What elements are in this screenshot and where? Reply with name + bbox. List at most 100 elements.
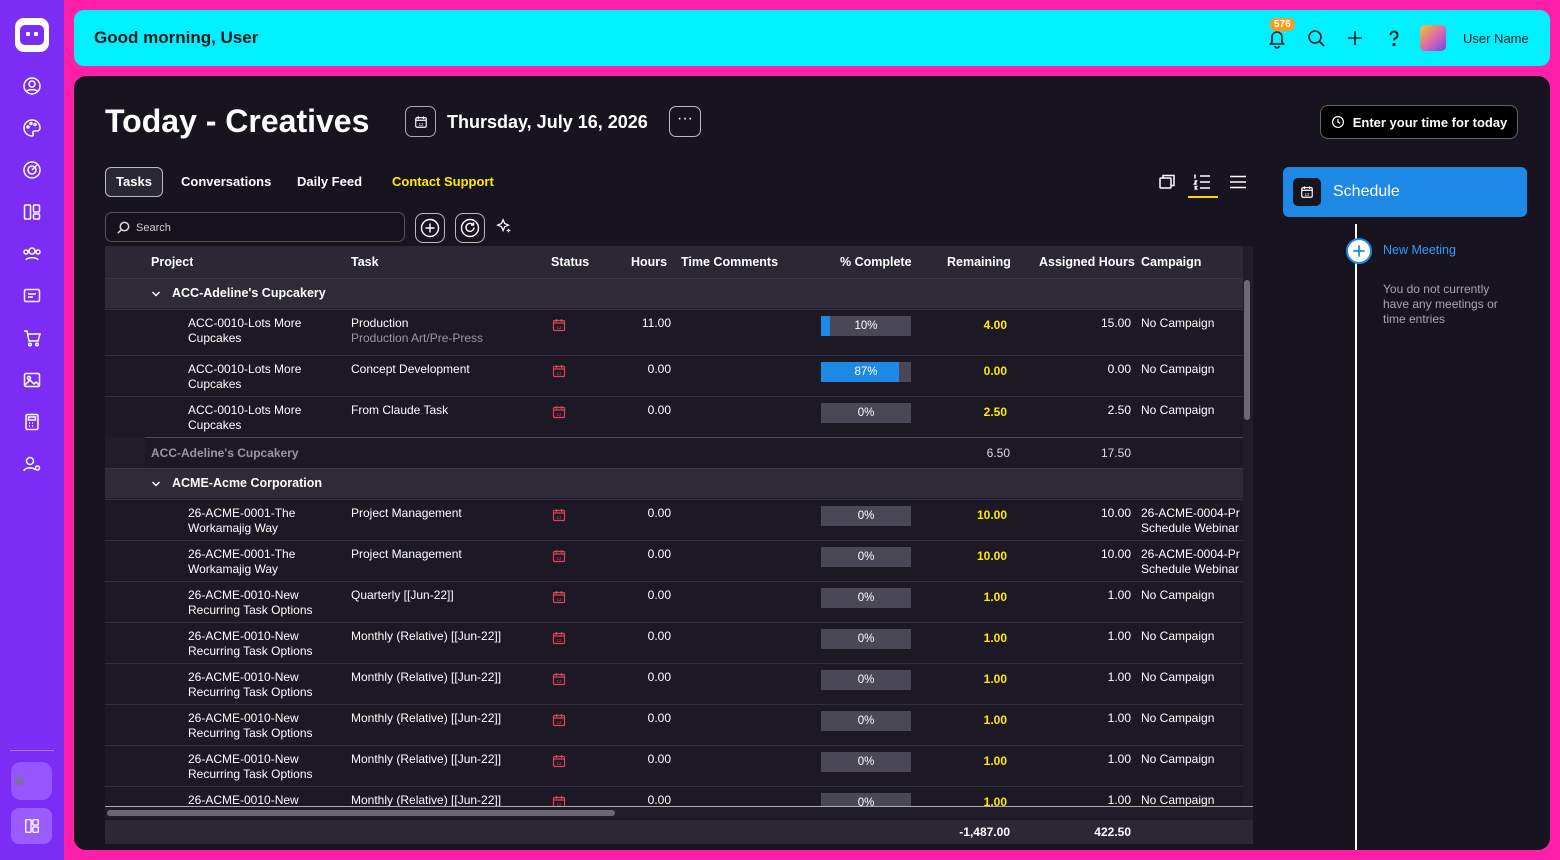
percent-complete-bar[interactable]: 0% (821, 711, 911, 731)
task-cell[interactable]: From Claude Task (351, 403, 448, 418)
table-row[interactable]: 26-ACME-0010-New Recurring Task Options Mo… (105, 622, 1243, 663)
hours-cell[interactable]: 11.00 (605, 316, 671, 330)
apps-grid-icon[interactable] (11, 808, 52, 844)
project-cell[interactable]: 26-ACME-0010-New Recurring Task Options (188, 629, 313, 659)
project-cell[interactable]: 26-ACME-0001-The Workamajig Way (188, 506, 295, 536)
campaign-cell[interactable]: 26-ACME-0004-Pr Schedule Webinar (1141, 547, 1243, 577)
table-row[interactable]: ACC-0010-Lots More Cupcakes From Claude Ta… (105, 396, 1243, 437)
task-cell[interactable]: Monthly (Relative) [[Jun-22]] (351, 670, 501, 685)
campaign-cell[interactable]: No Campaign (1141, 670, 1243, 685)
team-icon[interactable] (22, 244, 42, 264)
schedule-button[interactable]: 12 Schedule (1283, 167, 1527, 217)
group-row[interactable]: ACC-Adeline's Cupcakery (105, 278, 1243, 308)
calculator-icon[interactable] (22, 412, 42, 432)
task-cell[interactable]: Project Management (351, 506, 462, 521)
chevron-down-icon[interactable] (151, 478, 161, 492)
hours-cell[interactable]: 0.00 (605, 670, 671, 684)
add-task-button[interactable] (415, 213, 445, 243)
task-cell[interactable]: Monthly (Relative) [[Jun-22]] (351, 629, 501, 644)
tab-contact-support[interactable]: Contact Support (392, 174, 494, 189)
user-name[interactable]: User Name (1463, 31, 1529, 46)
hours-cell[interactable]: 0.00 (605, 588, 671, 602)
status-calendar-icon[interactable]: 12 (552, 318, 566, 332)
hours-cell[interactable]: 0.00 (605, 506, 671, 520)
task-cell[interactable]: Quarterly [[Jun-22]] (351, 588, 454, 603)
card-view-icon[interactable] (1157, 172, 1179, 194)
table-row[interactable]: 26-ACME-0010-New Recurring Task Options Mo… (105, 663, 1243, 704)
profile-icon[interactable] (22, 76, 42, 96)
group-row[interactable]: ACME-Acme Corporation (105, 468, 1243, 498)
new-meeting-link[interactable]: New Meeting (1383, 243, 1456, 257)
col-project[interactable]: Project (151, 255, 193, 269)
status-calendar-icon[interactable]: 12 (552, 590, 566, 604)
help-icon[interactable] (1383, 27, 1405, 49)
date-picker-button[interactable]: 12 (405, 106, 436, 137)
col-status[interactable]: Status (551, 255, 589, 269)
favorite-sparkle-icon[interactable] (495, 217, 513, 240)
task-cell[interactable]: Project Management (351, 547, 462, 562)
percent-complete-bar[interactable]: 0% (821, 588, 911, 608)
project-cell[interactable]: 26-ACME-0010-New Recurring Task Options (188, 588, 313, 618)
image-icon[interactable] (22, 370, 42, 390)
plus-icon[interactable] (1344, 27, 1366, 49)
percent-complete-bar[interactable]: 0% (821, 547, 911, 567)
percent-complete-bar[interactable]: 10% (821, 316, 911, 336)
campaign-cell[interactable]: No Campaign (1141, 588, 1243, 603)
hours-cell[interactable]: 0.00 (605, 403, 671, 417)
percent-complete-bar[interactable]: 0% (821, 629, 911, 649)
table-row[interactable]: ACC-0010-Lots More Cupcakes Production Prod… (105, 309, 1243, 355)
campaign-cell[interactable]: No Campaign (1141, 752, 1243, 767)
col-campaign[interactable]: Campaign (1141, 255, 1201, 269)
hours-cell[interactable]: 0.00 (605, 793, 671, 807)
hours-cell[interactable]: 0.00 (605, 752, 671, 766)
table-row[interactable]: 26-ACME-0010-New Recurring Task Options Mo… (105, 745, 1243, 786)
task-cell[interactable]: Monthly (Relative) [[Jun-22]] (351, 711, 501, 726)
hours-cell[interactable]: 0.00 (605, 547, 671, 561)
table-row[interactable]: ACC-0010-Lots More Cupcakes Concept Develo… (105, 355, 1243, 396)
status-calendar-icon[interactable]: 12 (552, 405, 566, 419)
chevron-down-icon[interactable] (151, 288, 161, 302)
status-calendar-icon[interactable]: 12 (552, 713, 566, 727)
project-cell[interactable]: ACC-0010-Lots More Cupcakes (188, 362, 301, 392)
project-cell[interactable]: 26-ACME-0001-The Workamajig Way (188, 547, 295, 577)
task-cell[interactable]: Concept Development (351, 362, 470, 377)
horizontal-scrollbar[interactable] (107, 810, 615, 816)
search-input[interactable] (136, 219, 396, 237)
vertical-scrollbar[interactable] (1244, 280, 1250, 420)
tab-tasks[interactable]: Tasks (105, 167, 163, 197)
table-row[interactable]: 26-ACME-0001-The Workamajig Way Project Ma… (105, 540, 1243, 581)
percent-complete-bar[interactable]: 0% (821, 670, 911, 690)
status-calendar-icon[interactable]: 12 (552, 631, 566, 645)
status-calendar-icon[interactable]: 12 (552, 549, 566, 563)
message-icon[interactable] (22, 286, 42, 306)
numbered-list-icon[interactable] (1192, 172, 1214, 194)
percent-complete-bar[interactable]: 0% (821, 506, 911, 526)
hours-cell[interactable]: 0.00 (605, 362, 671, 376)
table-row[interactable]: 26-ACME-0001-The Workamajig Way Project Ma… (105, 499, 1243, 540)
more-options-button[interactable]: ··· (669, 106, 701, 137)
cart-icon[interactable] (22, 328, 42, 348)
campaign-cell[interactable]: No Campaign (1141, 629, 1243, 644)
campaign-cell[interactable]: No Campaign (1141, 316, 1243, 331)
project-cell[interactable]: 26-ACME-0010-New Recurring Task Options (188, 670, 313, 700)
col-remaining[interactable]: Remaining (947, 255, 1011, 269)
project-cell[interactable]: ACC-0010-Lots More Cupcakes (188, 316, 301, 346)
col-percent-complete[interactable]: % Complete (840, 255, 912, 269)
app-logo[interactable] (15, 18, 49, 52)
percent-complete-bar[interactable]: 0% (821, 752, 911, 772)
table-row[interactable]: 26-ACME-0010-New Recurring Task Options Qu… (105, 581, 1243, 622)
campaign-cell[interactable]: No Campaign (1141, 711, 1243, 726)
enter-time-button[interactable]: Enter your time for today (1320, 105, 1518, 139)
hours-cell[interactable]: 0.00 (605, 629, 671, 643)
board-icon[interactable] (22, 202, 42, 222)
project-cell[interactable]: ACC-0010-Lots More Cupcakes (188, 403, 301, 433)
refresh-button[interactable] (455, 213, 485, 243)
target-icon[interactable] (22, 160, 42, 180)
status-calendar-icon[interactable]: 12 (552, 754, 566, 768)
palette-icon[interactable] (22, 118, 42, 138)
project-cell[interactable]: 26-ACME-0010-New Recurring Task Options (188, 752, 313, 782)
tab-conversations[interactable]: Conversations (181, 174, 271, 189)
campaign-cell[interactable]: 26-ACME-0004-Pr Schedule Webinar (1141, 506, 1243, 536)
task-cell[interactable]: Production Production Art/Pre-Press (351, 316, 483, 346)
percent-complete-bar[interactable]: 87% (821, 362, 911, 382)
